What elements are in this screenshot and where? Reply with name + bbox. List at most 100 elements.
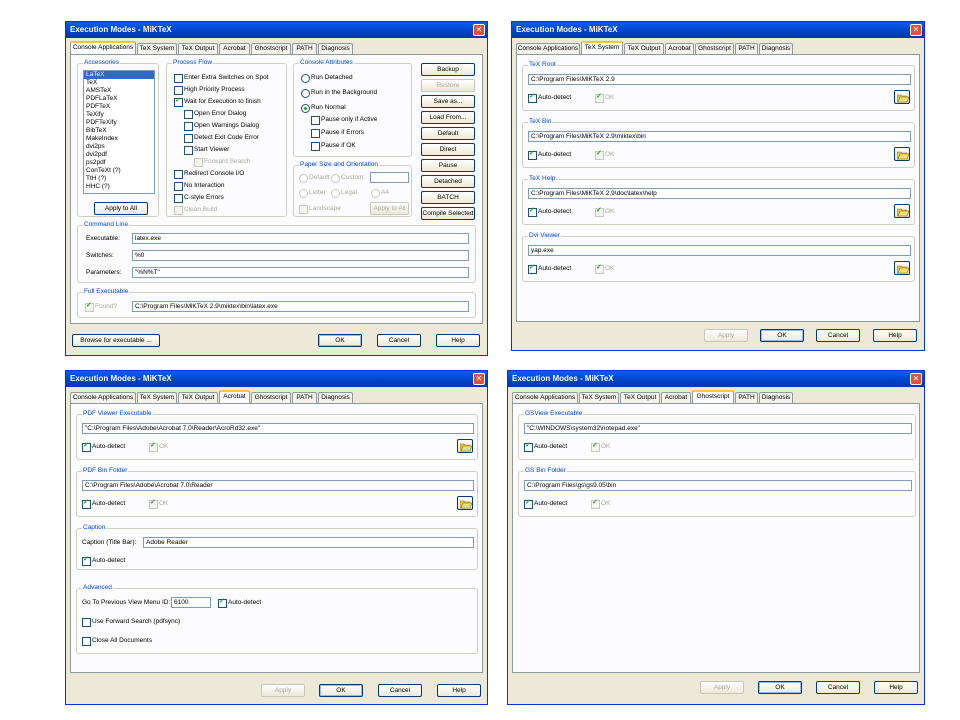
apply-button[interactable]: Apply <box>700 681 744 694</box>
checkbox-pause-if-active[interactable]: Pause only if Active <box>311 116 377 125</box>
checkbox-extra-switches[interactable]: Enter Extra Switches on Spot <box>174 74 269 83</box>
checkbox-ok[interactable]: OK <box>591 442 610 452</box>
tab-diagnosis[interactable]: Diagnosis <box>759 392 793 403</box>
checkbox-close-all-documents[interactable]: Close All Documents <box>82 637 152 646</box>
checkbox-auto-detect[interactable]: Auto-detect <box>528 93 571 103</box>
checkbox-ok[interactable]: OK <box>149 442 168 452</box>
tab-console-applications[interactable]: Console Applications <box>512 392 578 403</box>
checkbox-auto-detect[interactable]: Auto-detect <box>528 150 571 160</box>
caption-input[interactable]: Adobe Reader <box>143 537 474 548</box>
default-button[interactable]: Default <box>421 127 475 140</box>
checkbox-forward-search[interactable]: Use Forward Search (pdfsync) <box>82 618 180 627</box>
checkbox-pause-if-errors[interactable]: Pause if Errors <box>311 129 364 138</box>
tab-acrobat[interactable]: Acrobat <box>661 392 691 403</box>
tab-tex-output[interactable]: TeX Output <box>178 392 218 403</box>
list-item[interactable]: dvi2pdf <box>84 151 154 159</box>
checkbox-auto-detect[interactable]: Auto-detect <box>524 499 567 509</box>
ok-button[interactable]: OK <box>318 334 362 347</box>
apply-button[interactable]: Apply <box>261 684 305 697</box>
list-item[interactable]: PDFLaTeX <box>84 95 154 103</box>
checkbox-clean-build[interactable]: Clean Build <box>174 206 217 215</box>
radio-run-detached[interactable]: Run Detached <box>301 74 353 83</box>
tab-tex-output[interactable]: TeX Output <box>620 392 660 403</box>
tab-console-applications[interactable]: Console Applications <box>516 43 580 54</box>
title-bar[interactable]: Execution Modes - MiKTeX <box>66 22 487 38</box>
radio-paper-letter[interactable]: Letter <box>299 189 326 198</box>
checkbox-wait-for-execution[interactable]: Wait for Execution to finish <box>174 97 261 107</box>
tab-diagnosis[interactable]: Diagnosis <box>318 392 353 403</box>
list-item[interactable]: TtH (?) <box>84 175 154 183</box>
tab-ghostscript[interactable]: Ghostscript <box>692 390 734 403</box>
browse-folder-button[interactable] <box>894 261 910 275</box>
list-item[interactable]: PDFTeXify <box>84 119 154 127</box>
ok-button[interactable]: OK <box>319 684 363 697</box>
parameters-input[interactable]: "%N%T" <box>132 267 469 278</box>
load-from-button[interactable]: Load From... <box>421 111 475 124</box>
tab-ghostscript[interactable]: Ghostscript <box>251 392 291 403</box>
checkbox-ok[interactable]: OK <box>595 150 614 160</box>
help-button[interactable]: Help <box>436 334 480 347</box>
tab-acrobat[interactable]: Acrobat <box>665 43 694 54</box>
cancel-button[interactable]: Cancel <box>816 681 860 694</box>
detached-button[interactable]: Detached <box>421 175 475 188</box>
tab-ghostscript[interactable]: Ghostscript <box>695 43 734 54</box>
checkbox-auto-detect[interactable]: Auto-detect <box>528 207 571 217</box>
help-button[interactable]: Help <box>437 684 481 697</box>
batch-button[interactable]: BATCH <box>421 191 475 204</box>
tab-tex-output[interactable]: TeX Output <box>178 43 218 54</box>
list-item[interactable]: AMSTeX <box>84 87 154 95</box>
tab-acrobat[interactable]: Acrobat <box>219 390 250 403</box>
executable-input[interactable]: latex.exe <box>132 233 469 244</box>
title-bar[interactable]: Execution Modes - MiKTeX <box>66 371 487 387</box>
checkbox-ok[interactable]: OK <box>595 264 614 274</box>
full-executable-input[interactable]: C:\Program Files\MiKTeX 2.9\miktex\bin\l… <box>132 301 469 312</box>
dvi-viewer-input[interactable]: yap.exe <box>528 245 911 256</box>
tab-ghostscript[interactable]: Ghostscript <box>251 43 291 54</box>
checkbox-forward-search[interactable]: Forward Search <box>194 158 250 167</box>
tex-bin-input[interactable]: C:\Program Files\MiKTeX 2.9\miktex\bin <box>528 131 911 142</box>
close-icon[interactable]: ✕ <box>473 373 485 385</box>
close-icon[interactable]: ✕ <box>473 24 485 36</box>
radio-run-background[interactable]: Run in the Background <box>301 89 377 98</box>
help-button[interactable]: Help <box>874 681 918 694</box>
tab-tex-system[interactable]: TeX System <box>581 41 623 54</box>
apply-to-all-button[interactable]: Apply to All <box>94 202 148 215</box>
checkbox-auto-detect[interactable]: Auto-detect <box>82 442 125 452</box>
tab-path[interactable]: PATH <box>292 392 317 403</box>
checkbox-start-viewer[interactable]: Start Viewer <box>184 146 229 155</box>
backup-button[interactable]: Backup <box>421 63 475 76</box>
radio-run-normal[interactable]: Run Normal <box>301 104 346 113</box>
browse-folder-button[interactable] <box>894 90 910 104</box>
tab-path[interactable]: PATH <box>735 43 758 54</box>
checkbox-auto-detect[interactable]: Auto-detect <box>218 598 261 608</box>
cancel-button[interactable]: Cancel <box>816 329 860 342</box>
title-bar[interactable]: Execution Modes - MiKTeX <box>512 22 924 38</box>
close-icon[interactable]: ✕ <box>910 24 922 36</box>
radio-paper-custom[interactable]: Custom: <box>331 174 365 183</box>
checkbox-found[interactable]: Found? <box>85 302 117 312</box>
checkbox-ok[interactable]: OK <box>595 207 614 217</box>
list-item[interactable]: BibTeX <box>84 127 154 135</box>
save-as-button[interactable]: Save as... <box>421 95 475 108</box>
tab-diagnosis[interactable]: Diagnosis <box>759 43 793 54</box>
radio-paper-legal[interactable]: Legal <box>331 189 357 198</box>
list-item[interactable]: TeXify <box>84 111 154 119</box>
tab-path[interactable]: PATH <box>735 392 758 403</box>
tab-path[interactable]: PATH <box>292 43 317 54</box>
checkbox-open-warnings-dialog[interactable]: Open Warnings Dialog <box>184 122 259 131</box>
apply-button[interactable]: Apply <box>704 329 748 342</box>
checkbox-auto-detect[interactable]: Auto-detect <box>528 264 571 274</box>
restore-button[interactable]: Restore <box>421 79 475 92</box>
pause-button[interactable]: Pause <box>421 159 475 172</box>
switches-input[interactable]: %0 <box>132 250 469 261</box>
tab-diagnosis[interactable]: Diagnosis <box>318 43 353 54</box>
close-icon[interactable]: ✕ <box>910 373 922 385</box>
checkbox-auto-detect[interactable]: Auto-detect <box>82 499 125 509</box>
list-item[interactable]: PDFTeX <box>84 103 154 111</box>
ok-button[interactable]: OK <box>758 681 802 694</box>
checkbox-auto-detect[interactable]: Auto-detect <box>82 556 125 566</box>
tab-console-applications[interactable]: Console Applications <box>70 41 136 54</box>
list-item[interactable]: ps2pdf <box>84 159 154 167</box>
radio-paper-a4[interactable]: A4 <box>371 189 389 198</box>
cancel-button[interactable]: Cancel <box>377 334 421 347</box>
